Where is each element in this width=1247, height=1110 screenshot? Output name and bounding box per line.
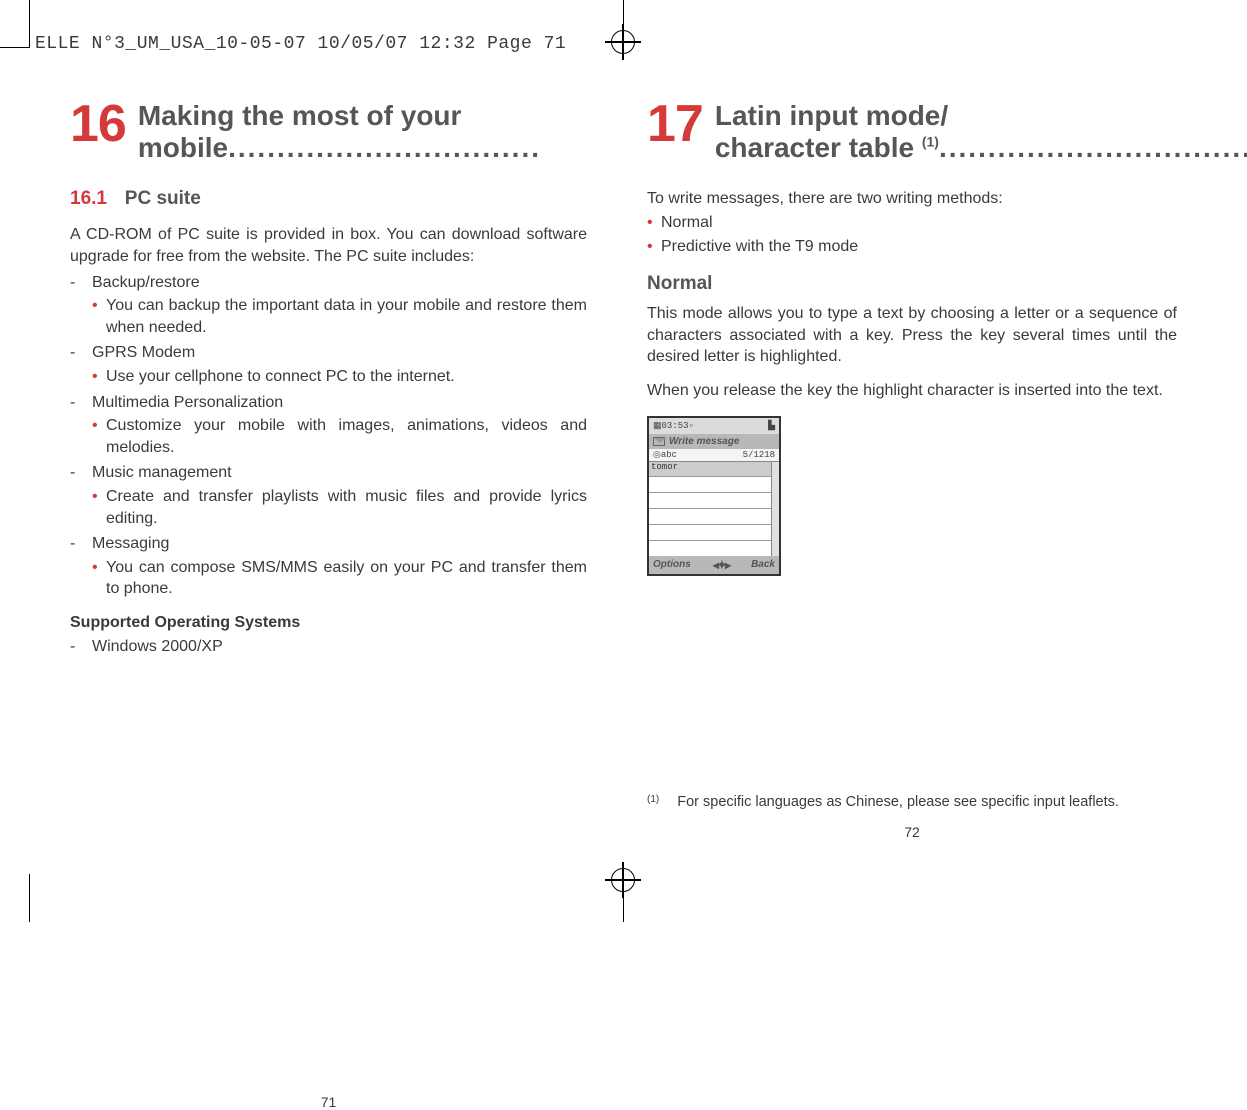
list-item: - GPRS Modem bbox=[70, 342, 587, 364]
dash-bullet: - bbox=[70, 392, 92, 414]
supported-os-heading: Supported Operating Systems bbox=[70, 614, 587, 632]
list-subitem: • You can compose SMS/MMS easily on your… bbox=[92, 557, 587, 600]
intro-paragraph: A CD-ROM of PC suite is provided in box.… bbox=[70, 224, 587, 267]
supported-os-text: Windows 2000/XP bbox=[92, 636, 223, 658]
bullet-dot-icon: • bbox=[92, 295, 106, 338]
list-item: - Music management bbox=[70, 462, 587, 484]
page-number: 72 bbox=[647, 824, 1177, 840]
dash-bullet: - bbox=[70, 636, 92, 658]
registration-mark bbox=[605, 879, 641, 881]
footnote-ref: (1) bbox=[922, 134, 939, 150]
list-subitem: • Customize your mobile with images, ani… bbox=[92, 415, 587, 458]
phone-screenshot: ▦03:53▫ ▙ Write message ◎abc 5/1218 tomo… bbox=[647, 416, 781, 576]
chapter-heading: 17 Latin input mode/ character table (1)… bbox=[647, 100, 1177, 164]
list-subitem-text: You can compose SMS/MMS easily on your P… bbox=[106, 557, 587, 600]
chapter-heading: 16 Making the most of your mobile ......… bbox=[70, 100, 587, 164]
section-heading: 16.1 PC suite bbox=[70, 188, 587, 210]
list-item-head: Messaging bbox=[92, 533, 169, 555]
bullet-text: Predictive with the T9 mode bbox=[661, 236, 858, 258]
chapter-title-line1: Latin input mode/ bbox=[715, 100, 1247, 132]
bullet-dot-icon: • bbox=[92, 415, 106, 458]
list-subitem: • You can backup the important data in y… bbox=[92, 295, 587, 338]
list-subitem-text: Use your cellphone to connect PC to the … bbox=[106, 366, 587, 388]
phone-scrollbar bbox=[771, 462, 779, 556]
page-left: 16 Making the most of your mobile ......… bbox=[70, 90, 587, 850]
softkey-left: Options bbox=[653, 559, 691, 570]
chapter-title-line2: mobile bbox=[138, 132, 228, 164]
phone-text-area: tomor bbox=[649, 462, 771, 556]
phone-time: ▦03:53▫ bbox=[653, 421, 694, 431]
bullet-dot-icon: • bbox=[647, 236, 661, 258]
chapter-title-line2: character table bbox=[715, 132, 914, 163]
phone-title-bar: Write message bbox=[649, 434, 779, 449]
chapter-number: 16 bbox=[70, 100, 126, 149]
dash-bullet: - bbox=[70, 533, 92, 555]
title-leader-dots: ................................ bbox=[939, 132, 1247, 164]
bullet-dot-icon: • bbox=[92, 557, 106, 600]
crop-mark bbox=[0, 47, 30, 48]
body-paragraph: This mode allows you to type a text by c… bbox=[647, 303, 1177, 368]
signal-icon: ▙ bbox=[768, 421, 775, 431]
list-subitem: • Create and transfer playlists with mus… bbox=[92, 486, 587, 529]
phone-softkey-bar: Options ◂✦▸ Back bbox=[649, 556, 779, 574]
list-item: - Multimedia Personalization bbox=[70, 392, 587, 414]
list-item-head: GPRS Modem bbox=[92, 342, 195, 364]
intro-paragraph: To write messages, there are two writing… bbox=[647, 188, 1177, 210]
print-header-meta: ELLE N°3_UM_USA_10-05-07 10/05/07 12:32 … bbox=[35, 34, 566, 54]
list-item-head: Music management bbox=[92, 462, 232, 484]
list-subitem: • Use your cellphone to connect PC to th… bbox=[92, 366, 587, 388]
phone-statusbar: ▦03:53▫ ▙ bbox=[649, 418, 779, 434]
phone-input-mode: abc bbox=[661, 450, 677, 460]
envelope-icon bbox=[653, 437, 665, 446]
chapter-title: Latin input mode/ character table (1) ..… bbox=[715, 100, 1247, 164]
dash-bullet: - bbox=[70, 342, 92, 364]
bullet-text: Normal bbox=[661, 212, 713, 234]
bullet-dot-icon: • bbox=[92, 486, 106, 529]
chapter-title-line1: Making the most of your bbox=[138, 100, 587, 132]
phone-typed-text: tomor bbox=[649, 462, 771, 478]
section-title: PC suite bbox=[125, 188, 201, 209]
bullet-dot-icon: • bbox=[92, 366, 106, 388]
phone-char-count: 5/1218 bbox=[743, 450, 775, 460]
chapter-title: Making the most of your mobile .........… bbox=[138, 100, 587, 164]
bullet-dot-icon: • bbox=[647, 212, 661, 234]
dash-bullet: - bbox=[70, 272, 92, 294]
dash-bullet: - bbox=[70, 462, 92, 484]
page-number: 71 bbox=[70, 1094, 587, 1110]
list-subitem-text: Create and transfer playlists with music… bbox=[106, 486, 587, 529]
subsection-heading: Normal bbox=[647, 273, 1177, 295]
list-subitem-text: Customize your mobile with images, anima… bbox=[106, 415, 587, 458]
footnote: (1) For specific languages as Chinese, p… bbox=[647, 794, 1177, 810]
list-item: - Messaging bbox=[70, 533, 587, 555]
title-leader-dots: ................................ bbox=[228, 132, 587, 164]
supported-os-item: - Windows 2000/XP bbox=[70, 636, 587, 658]
footnote-number: (1) bbox=[647, 794, 659, 810]
phone-title-text: Write message bbox=[669, 436, 739, 447]
crop-mark bbox=[29, 0, 30, 48]
page-right: 17 Latin input mode/ character table (1)… bbox=[647, 90, 1177, 850]
nav-icon: ◂✦▸ bbox=[713, 558, 729, 572]
footnote-text: For specific languages as Chinese, pleas… bbox=[677, 794, 1119, 810]
softkey-right: Back bbox=[751, 559, 775, 570]
list-subitem-text: You can backup the important data in you… bbox=[106, 295, 587, 338]
list-item-head: Multimedia Personalization bbox=[92, 392, 283, 414]
chapter-number: 17 bbox=[647, 100, 703, 149]
list-item: - Backup/restore bbox=[70, 272, 587, 294]
crop-mark bbox=[29, 874, 30, 922]
registration-mark bbox=[605, 41, 641, 43]
phone-input-status: ◎abc 5/1218 bbox=[649, 449, 779, 461]
body-paragraph: When you release the key the highlight c… bbox=[647, 380, 1177, 402]
bullet-item: • Normal bbox=[647, 212, 1177, 234]
section-number: 16.1 bbox=[70, 188, 107, 209]
bullet-item: • Predictive with the T9 mode bbox=[647, 236, 1177, 258]
list-item-head: Backup/restore bbox=[92, 272, 200, 294]
